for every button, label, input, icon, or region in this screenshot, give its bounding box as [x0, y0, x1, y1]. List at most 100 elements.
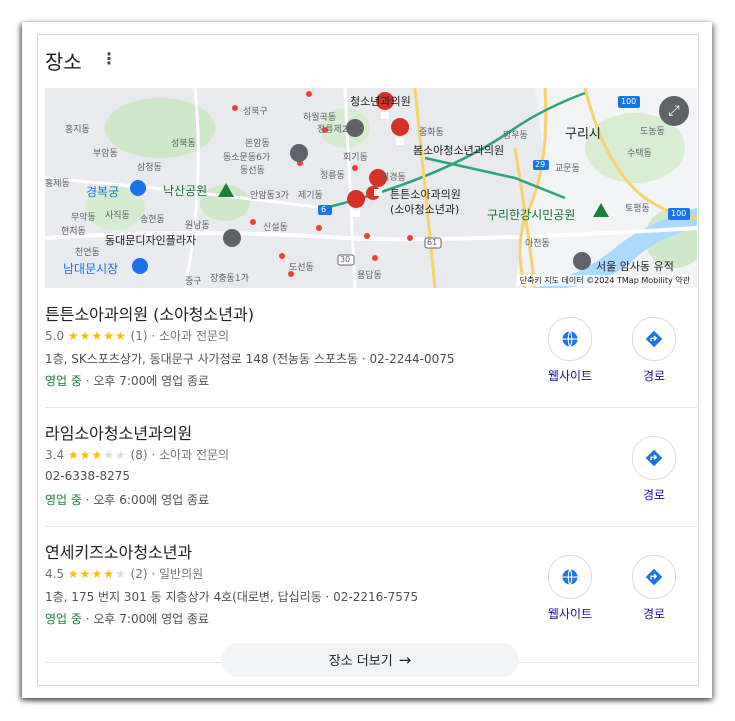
map-label-hwigyeong: 휘경동 [381, 173, 406, 183]
rating-stars-icon: ★★★★★ [67, 448, 127, 462]
map-label-sutaek: 수택동 [627, 149, 652, 159]
place-rating-line: 3.4 ★★★★★ (8) · 소아과 전문의 [45, 446, 229, 463]
route-29-label: 29 [535, 160, 546, 169]
map-label-clinic3: 청소년과의원 [350, 95, 411, 108]
map-label-clinic1: 튼튼소아과의원 [390, 188, 461, 201]
directions-label: 경로 [642, 488, 666, 502]
directions-button[interactable]: 경로 [619, 555, 689, 622]
globe-icon [548, 317, 592, 361]
place-category: · 소아과 전문의 [151, 329, 230, 343]
map-label-hongje: 홍제동 [45, 179, 70, 189]
directions-button[interactable]: 경로 [619, 436, 689, 503]
place-hours: 영업 중 · 오후 7:00에 영업 종료 [45, 610, 209, 627]
route-100b-label: 100 [671, 209, 687, 218]
more-options-icon[interactable]: ⋮ [101, 49, 117, 68]
place-row-1[interactable]: 튼튼소아과의원 (소아청소년과) 5.0 ★★★★★ (1) · 소아과 전문의… [45, 297, 697, 408]
place-hours: 영업 중 · 오후 7:00에 영업 종료 [45, 372, 209, 389]
map-label-songhyeon: 송현동 [140, 215, 165, 225]
rating-stars-icon: ★★★★★ [67, 567, 127, 581]
map-label-samcheong: 삼청동 [137, 163, 162, 173]
open-status: 영업 중 [45, 493, 82, 507]
closing-time: · 오후 6:00에 영업 종료 [81, 493, 210, 507]
map-label-gyomun: 교문동 [555, 164, 580, 174]
places-panel: 장소 ⋮ 구리시 경복궁 낙산공원 동대문디자인플라자 남대문시장 구리한강시민… [37, 34, 699, 686]
map-label-namdaemun: 남대문시장 [63, 262, 119, 276]
map-label-tokpyeong: 토평동 [625, 204, 650, 214]
place-name[interactable]: 라임소아청소년과의원 [45, 420, 192, 444]
route-6-label: 6 [321, 205, 327, 214]
website-button[interactable]: 웹사이트 [535, 555, 605, 622]
directions-icon [632, 436, 676, 480]
map-label-doseon: 도선동 [289, 263, 314, 273]
map-label-hangang: 구리한강시민공원 [487, 208, 576, 222]
closing-time: · 오후 7:00에 영업 종료 [81, 612, 210, 626]
map-label-seongbuk2: 성북동 [171, 139, 196, 149]
review-count[interactable]: (2) [131, 567, 148, 581]
map-label-jangchung: 장충동1가 [210, 274, 249, 284]
place-name[interactable]: 연세키즈소아청소년과 [45, 539, 192, 563]
rating-value: 4.5 [45, 567, 65, 581]
place-address: 1층, 175 번지 301 동 지층상가 4호(대로변, 답십리동 · 02-… [45, 590, 419, 604]
map-label-donam: 돈암동 [245, 139, 270, 149]
review-count[interactable]: (1) [131, 329, 148, 343]
website-button[interactable]: 웹사이트 [535, 317, 605, 384]
map-label-hyeonjeo: 현저동 [61, 227, 86, 237]
more-places-label: 장소 더보기 [328, 654, 393, 669]
directions-button[interactable]: 경로 [619, 317, 689, 384]
map-label-hongji: 홍지동 [65, 125, 90, 135]
map-label-ddp: 동대문디자인플라자 [105, 234, 197, 247]
expand-map-icon[interactable]: ⤢ [659, 96, 689, 126]
map-label-gyeongbokgung: 경복궁 [86, 185, 120, 199]
map-label-anam: 안암동3가 [250, 191, 289, 201]
map-label-sajik: 사직동 [105, 211, 130, 221]
route-30-label: 30 [340, 255, 351, 264]
rating-value: 3.4 [45, 448, 65, 462]
directions-icon [632, 317, 676, 361]
map-view[interactable]: 구리시 경복궁 낙산공원 동대문디자인플라자 남대문시장 구리한강시민공원 서울… [45, 88, 697, 288]
map-label-dongsomun: 동소문동6가 [223, 153, 271, 163]
map-label-dongseon: 동선동 [240, 166, 265, 176]
map-label-buam: 부암동 [93, 149, 118, 159]
website-label: 웹사이트 [547, 369, 593, 383]
directions-label: 경로 [642, 369, 666, 383]
route-100a-label: 100 [621, 97, 637, 106]
map-label-seongbuk: 성북구 [243, 107, 268, 117]
place-rating-line: 4.5 ★★★★★ (2) · 일반의원 [45, 565, 203, 582]
directions-label: 경로 [642, 607, 666, 621]
rating-value: 5.0 [45, 329, 65, 343]
place-category: · 일반의원 [151, 567, 204, 581]
open-status: 영업 중 [45, 374, 82, 388]
website-label: 웹사이트 [547, 607, 593, 621]
open-status: 영업 중 [45, 612, 82, 626]
place-name[interactable]: 튼튼소아과의원 (소아청소년과) [45, 301, 254, 325]
rating-stars-icon: ★★★★★ [67, 329, 127, 343]
map-label-achon: 아천동 [525, 239, 550, 249]
place-address: 1층, SK스포츠상가, 동대문구 사가정로 148 (전농동 스포츠동 · 0… [45, 352, 455, 366]
map-label-jeongreung: 정릉동 [320, 171, 345, 181]
map-label-muak: 무악동 [71, 213, 96, 223]
map-label-amsa: 서울 암사동 유적 [596, 260, 674, 273]
place-row-2[interactable]: 라임소아청소년과의원 3.4 ★★★★★ (8) · 소아과 전문의 02-63… [45, 416, 697, 527]
route-61-label: 61 [427, 238, 438, 247]
more-places-button[interactable]: 장소 더보기 → [221, 643, 519, 677]
map-label-sinseol: 신설동 [263, 223, 288, 233]
map-label-yongdap: 용답동 [357, 271, 382, 281]
map-label-jegi: 제기동 [298, 191, 323, 201]
globe-icon [548, 555, 592, 599]
map-label-clinic2: 봄소아청소년과의원 [413, 144, 505, 157]
place-phone: 02-6338-8275 [45, 469, 131, 483]
map-label-hoegi: 회기동 [343, 153, 368, 163]
map-label-naksan: 낙산공원 [163, 184, 208, 198]
window-frame: 장소 ⋮ 구리시 경복궁 낙산공원 동대문디자인플라자 남대문시장 구리한강시민… [22, 22, 712, 698]
map-label-cheonyeon: 천연동 [75, 248, 100, 258]
directions-icon [632, 555, 676, 599]
map-label-junghwa: 중화동 [419, 128, 444, 138]
map-label-guri: 구리시 [565, 127, 601, 142]
map-label-clinic1b: (소아청소년과) [390, 203, 460, 216]
review-count[interactable]: (8) [131, 448, 148, 462]
map-label-jeongreung2: 정릉제2동 [317, 125, 356, 135]
map-label-jung: 중구 [185, 277, 202, 287]
map-label-mangu: 망우동 [503, 131, 528, 141]
closing-time: · 오후 7:00에 영업 종료 [81, 374, 210, 388]
map-label-wonnam: 원남동 [185, 221, 210, 231]
